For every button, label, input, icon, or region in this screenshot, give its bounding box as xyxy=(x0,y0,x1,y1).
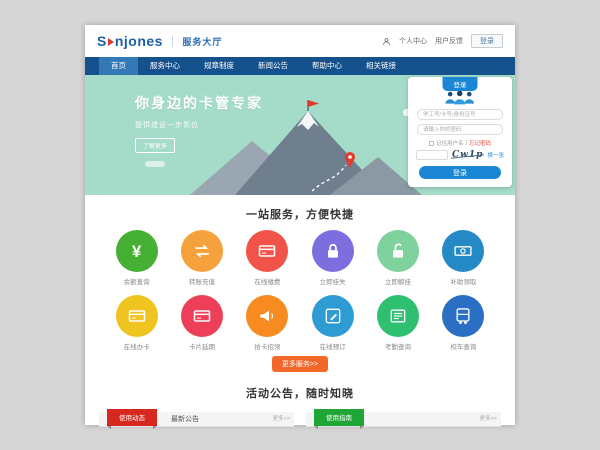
logo[interactable]: S njones | 服务大厅 xyxy=(97,33,222,49)
main-nav: 首页服务中心规章制度新闻公告帮助中心相关链接 xyxy=(85,57,515,75)
services-grid: ¥ 余额查询转账充值在线缴费立即挂失立即解挂补助领取在线办卡卡片延期拾卡招领在线预… xyxy=(104,230,496,351)
service-label: 余额查询 xyxy=(104,276,169,286)
header-login-button[interactable]: 登录 xyxy=(471,34,503,48)
logo-text-rest: njones xyxy=(115,33,163,49)
nav-item-2[interactable]: 规章制度 xyxy=(192,57,246,75)
cloud-icon xyxy=(145,161,165,167)
card-icon xyxy=(116,295,158,337)
service-label: 考勤查询 xyxy=(365,341,430,351)
hero-title: 你身边的卡管专家 xyxy=(135,93,263,113)
service-label: 补助领取 xyxy=(431,276,496,286)
hero-banner: 你身边的卡管专家 提供建设一步到位 了解更多 登录 xyxy=(85,75,515,195)
captcha-refresh-link[interactable]: 换一张 xyxy=(487,151,504,159)
remember-divider: | xyxy=(466,140,467,146)
service-label: 立即挂失 xyxy=(300,276,365,286)
login-tab[interactable]: 登录 xyxy=(443,77,478,91)
service-label: 在线预订 xyxy=(300,341,365,351)
service-label: 在线缴费 xyxy=(235,276,300,286)
service-item-10[interactable]: 考勤查询 xyxy=(365,295,430,351)
forgot-password-link[interactable]: 忘记密码 xyxy=(469,139,491,147)
right-panel-bar: 使用指南 更多>> xyxy=(306,412,501,427)
nav-item-5[interactable]: 相关链接 xyxy=(354,57,408,75)
service-item-2[interactable]: 在线缴费 xyxy=(235,230,300,286)
hero-text: 你身边的卡管专家 提供建设一步到位 了解更多 xyxy=(135,93,263,153)
list-icon xyxy=(377,295,419,337)
service-item-4[interactable]: 立即解挂 xyxy=(365,230,430,286)
announcement-panels: 使用动态 最新公告 更多>> 使用指南 更多>> xyxy=(85,412,515,427)
logo-text-s: S xyxy=(97,33,107,49)
user-icon xyxy=(382,37,391,46)
service-item-0[interactable]: ¥ 余额查询 xyxy=(104,230,169,286)
nav-item-1[interactable]: 服务中心 xyxy=(138,57,192,75)
yen-icon: ¥ xyxy=(116,230,158,272)
service-item-1[interactable]: 转账充值 xyxy=(169,230,234,286)
right-more-link[interactable]: 更多>> xyxy=(480,412,497,427)
service-item-5[interactable]: 补助领取 xyxy=(431,230,496,286)
service-label: 拾卡招领 xyxy=(235,341,300,351)
transfer-icon xyxy=(181,230,223,272)
login-panel: 登录 记住用户名 | 忘记密码 Cw1p 换一张 登录 xyxy=(408,77,512,187)
captcha-input[interactable] xyxy=(416,150,448,160)
service-label: 转账充值 xyxy=(169,276,234,286)
right-panel: 使用指南 更多>> xyxy=(306,412,501,427)
logo-arrow-icon xyxy=(108,38,114,46)
password-input[interactable] xyxy=(417,124,503,135)
logo-divider: | xyxy=(171,35,174,47)
login-submit-button[interactable]: 登录 xyxy=(419,166,501,179)
top-bar: S njones | 服务大厅 个人中心 用户反馈 登录 xyxy=(85,25,515,57)
service-item-11[interactable]: 校车查询 xyxy=(431,295,496,351)
announcements-title: 活动公告，随时知晓 xyxy=(85,385,515,401)
service-label: 在线办卡 xyxy=(104,341,169,351)
card-icon xyxy=(246,230,288,272)
services-section: 一站服务，方便快捷 ¥ 余额查询转账充值在线缴费立即挂失立即解挂补助领取在线办卡卡… xyxy=(85,195,515,372)
service-item-7[interactable]: 卡片延期 xyxy=(169,295,234,351)
edit-icon xyxy=(312,295,354,337)
tab-usage-guide[interactable]: 使用指南 xyxy=(314,409,364,426)
hero-cta-button[interactable]: 了解更多 xyxy=(135,138,175,153)
services-title: 一站服务，方便快捷 xyxy=(85,206,515,222)
service-label: 立即解挂 xyxy=(365,276,430,286)
captcha-row: Cw1p 换一张 xyxy=(408,150,512,160)
remember-checkbox[interactable] xyxy=(429,141,434,146)
left-panel: 使用动态 最新公告 更多>> xyxy=(99,412,294,427)
service-item-9[interactable]: 在线预订 xyxy=(300,295,365,351)
site-name: 服务大厅 xyxy=(182,35,222,48)
announcements-section: 活动公告，随时知晓 使用动态 最新公告 更多>> 使用指南 更多>> xyxy=(85,385,515,427)
card-icon xyxy=(181,295,223,337)
tab-latest-announcements[interactable]: 最新公告 xyxy=(171,412,199,427)
nav-item-3[interactable]: 新闻公告 xyxy=(246,57,300,75)
tab-usage-news[interactable]: 使用动态 xyxy=(107,409,157,426)
nav-item-0[interactable]: 首页 xyxy=(99,57,138,75)
service-item-8[interactable]: 拾卡招领 xyxy=(235,295,300,351)
megaphone-icon xyxy=(246,295,288,337)
lock-icon xyxy=(312,230,354,272)
service-label: 校车查询 xyxy=(431,341,496,351)
left-panel-bar: 使用动态 最新公告 更多>> xyxy=(99,412,294,427)
remember-row: 记住用户名 | 忘记密码 xyxy=(408,139,512,147)
link-personal-center[interactable]: 个人中心 xyxy=(399,36,427,46)
hero-subtitle: 提供建设一步到位 xyxy=(135,120,263,130)
left-more-link[interactable]: 更多>> xyxy=(273,412,290,427)
account-input[interactable] xyxy=(417,109,503,120)
nav-item-4[interactable]: 帮助中心 xyxy=(300,57,354,75)
service-label: 卡片延期 xyxy=(169,341,234,351)
banknote-icon xyxy=(442,230,484,272)
remember-label: 记住用户名 xyxy=(436,139,464,147)
more-services-button[interactable]: 更多服务>> xyxy=(272,356,328,372)
link-user-feedback[interactable]: 用户反馈 xyxy=(435,36,463,46)
service-item-3[interactable]: 立即挂失 xyxy=(300,230,365,286)
bus-icon xyxy=(442,295,484,337)
captcha-image[interactable]: Cw1p xyxy=(452,150,483,160)
users-group-icon xyxy=(408,90,512,105)
unlock-icon xyxy=(377,230,419,272)
service-item-6[interactable]: 在线办卡 xyxy=(104,295,169,351)
topbar-right: 个人中心 用户反馈 登录 xyxy=(382,34,503,48)
page: S njones | 服务大厅 个人中心 用户反馈 登录 首页服务中心规章制度新… xyxy=(85,25,515,425)
